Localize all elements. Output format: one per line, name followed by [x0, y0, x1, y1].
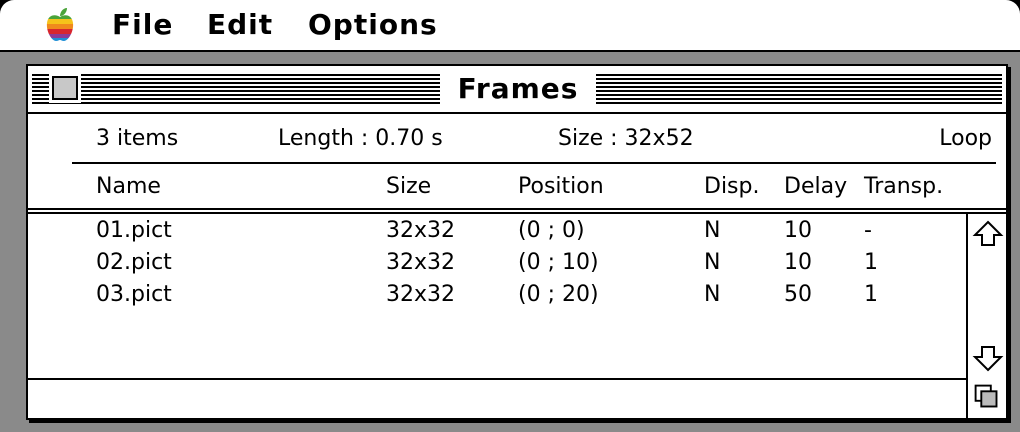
frames-window: Frames 3 items Length : 0.70 s Size : 32…	[26, 64, 1008, 420]
column-header-transparency[interactable]: Transp.	[864, 172, 943, 202]
info-divider	[72, 162, 996, 164]
resize-grow-box-icon[interactable]	[966, 378, 1006, 418]
window-title: Frames	[440, 72, 596, 106]
scroll-up-arrow-icon[interactable]	[972, 218, 1004, 250]
column-header-disposal[interactable]: Disp.	[704, 172, 759, 202]
column-header-size[interactable]: Size	[386, 172, 431, 202]
screen-corner-right	[1006, 0, 1020, 14]
frame-size: 32x32	[386, 218, 456, 243]
bottom-divider	[28, 378, 1006, 380]
frame-list: 01.pict 32x32 (0 ; 0) N 10 - 02.pict 32x…	[28, 216, 968, 378]
screen-corner-left	[0, 0, 14, 14]
frame-delay: 10	[784, 218, 812, 243]
frame-position: (0 ; 10)	[518, 250, 599, 275]
menu-edit[interactable]: Edit	[207, 8, 273, 42]
menu-bar: File Edit Options	[0, 0, 1020, 52]
frame-delay: 50	[784, 282, 812, 307]
frame-disposal: N	[704, 218, 721, 243]
table-row[interactable]: 02.pict 32x32 (0 ; 10) N 10 1	[28, 248, 968, 280]
title-bar-stripes-left	[32, 74, 440, 104]
item-count: 3 items	[96, 126, 179, 151]
animation-length: Length : 0.70 s	[278, 126, 443, 151]
column-header-name[interactable]: Name	[96, 172, 161, 202]
table-row[interactable]: 01.pict 32x32 (0 ; 0) N 10 -	[28, 216, 968, 248]
frame-name: 03.pict	[96, 282, 172, 307]
frame-delay: 10	[784, 250, 812, 275]
animation-size: Size : 32x52	[558, 126, 694, 151]
menu-file[interactable]: File	[112, 8, 173, 42]
frame-disposal: N	[704, 282, 721, 307]
title-bar-stripes-right	[596, 74, 1002, 104]
frame-position: (0 ; 20)	[518, 282, 599, 307]
frame-transparency: -	[864, 218, 872, 243]
close-box-icon[interactable]	[52, 76, 78, 100]
apple-logo-icon[interactable]	[44, 7, 76, 43]
scroll-down-arrow-icon[interactable]	[972, 342, 1004, 374]
frame-disposal: N	[704, 250, 721, 275]
frame-name: 02.pict	[96, 250, 172, 275]
frame-size: 32x32	[386, 282, 456, 307]
header-divider	[28, 208, 1006, 210]
table-row[interactable]: 03.pict 32x32 (0 ; 20) N 50 1	[28, 280, 968, 312]
frame-transparency: 1	[864, 282, 878, 307]
grow-box-glyph	[974, 384, 998, 408]
frame-position: (0 ; 0)	[518, 218, 585, 243]
column-header-delay[interactable]: Delay	[784, 172, 847, 202]
column-header-position[interactable]: Position	[518, 172, 604, 202]
frame-size: 32x32	[386, 250, 456, 275]
vertical-scrollbar[interactable]	[966, 214, 1006, 378]
frame-name: 01.pict	[96, 218, 172, 243]
frame-transparency: 1	[864, 250, 878, 275]
loop-toggle[interactable]: Loop	[939, 124, 992, 154]
window-title-bar[interactable]: Frames	[28, 66, 1006, 114]
menu-options[interactable]: Options	[308, 8, 438, 42]
header-divider-double	[28, 212, 1006, 214]
